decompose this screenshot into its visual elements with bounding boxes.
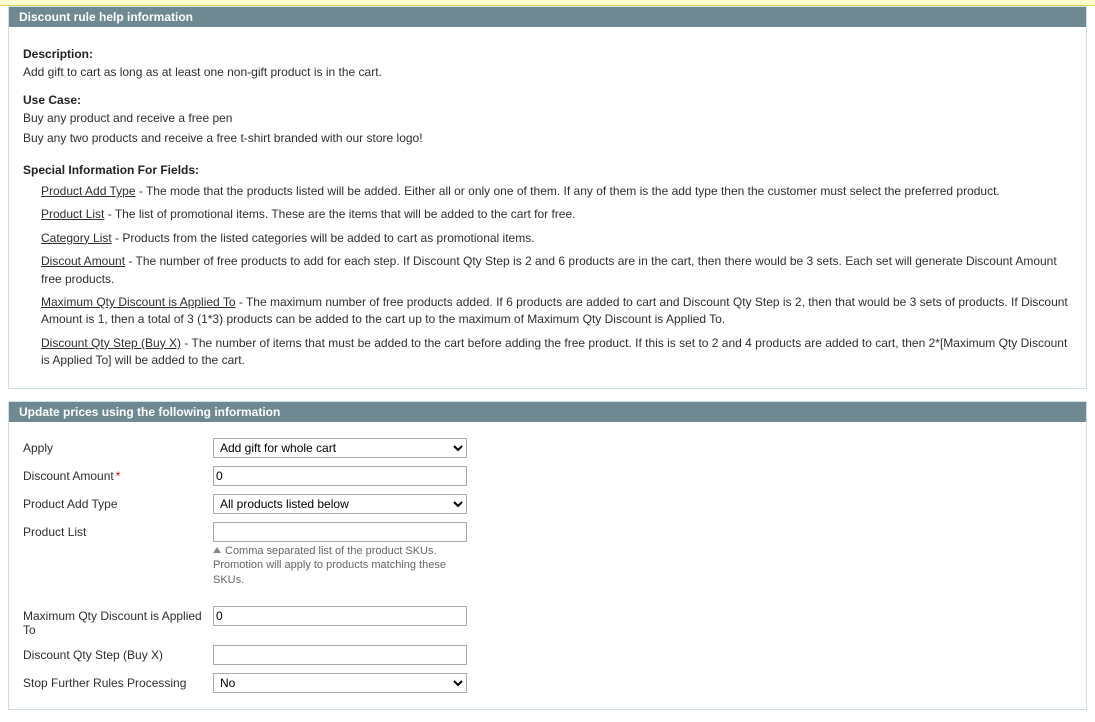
help-panel-body: Description: Add gift to cart as long as… bbox=[9, 27, 1086, 388]
def-desc: - The number of free products to add for… bbox=[41, 254, 1057, 285]
label-product-add-type: Product Add Type bbox=[23, 494, 213, 511]
def-desc: - Products from the listed categories wi… bbox=[112, 231, 535, 245]
input-qty-step[interactable] bbox=[213, 645, 467, 665]
form-panel: Update prices using the following inform… bbox=[8, 401, 1087, 711]
field-definitions: Product Add Type - The mode that the pro… bbox=[41, 183, 1072, 370]
label-qty-step: Discount Qty Step (Buy X) bbox=[23, 645, 213, 662]
help-panel-header: Discount rule help information bbox=[9, 7, 1086, 27]
row-stop-rules: Stop Further Rules Processing No bbox=[23, 669, 1072, 697]
def-term: Product Add Type bbox=[41, 184, 136, 198]
row-discount-amount: Discount Amount* bbox=[23, 462, 1072, 490]
def-term: Discount Qty Step (Buy X) bbox=[41, 336, 181, 350]
label-product-list: Product List bbox=[23, 522, 213, 539]
hint-triangle-icon bbox=[213, 547, 221, 553]
usecase-label: Use Case: bbox=[23, 93, 1072, 107]
def-category-list: Category List - Products from the listed… bbox=[41, 230, 1072, 247]
def-term: Product List bbox=[41, 207, 104, 221]
description-text: Add gift to cart as long as at least one… bbox=[23, 65, 1072, 79]
form-panel-body: Apply Add gift for whole cart Discount A… bbox=[9, 422, 1086, 710]
label-max-qty: Maximum Qty Discount is Applied To bbox=[23, 606, 213, 637]
label-apply: Apply bbox=[23, 438, 213, 455]
select-product-add-type[interactable]: All products listed below bbox=[213, 494, 467, 514]
input-discount-amount[interactable] bbox=[213, 466, 467, 486]
special-info-label: Special Information For Fields: bbox=[23, 163, 1072, 177]
def-discount-amount: Discout Amount - The number of free prod… bbox=[41, 253, 1072, 288]
row-product-add-type: Product Add Type All products listed bel… bbox=[23, 490, 1072, 518]
select-stop-rules[interactable]: No bbox=[213, 673, 467, 693]
label-discount-amount: Discount Amount* bbox=[23, 466, 213, 483]
hint-product-list: Comma separated list of the product SKUs… bbox=[213, 544, 467, 589]
def-product-list: Product List - The list of promotional i… bbox=[41, 206, 1072, 223]
row-apply: Apply Add gift for whole cart bbox=[23, 434, 1072, 462]
required-star: * bbox=[116, 469, 121, 483]
row-qty-step: Discount Qty Step (Buy X) bbox=[23, 641, 1072, 669]
usecase-line-1: Buy any product and receive a free pen bbox=[23, 111, 1072, 125]
help-panel: Discount rule help information Descripti… bbox=[8, 6, 1087, 389]
row-max-qty: Maximum Qty Discount is Applied To bbox=[23, 602, 1072, 641]
def-desc: - The list of promotional items. These a… bbox=[104, 207, 575, 221]
select-apply[interactable]: Add gift for whole cart bbox=[213, 438, 467, 458]
usecase-line-2: Buy any two products and receive a free … bbox=[23, 131, 1072, 145]
def-term: Category List bbox=[41, 231, 112, 245]
def-product-add-type: Product Add Type - The mode that the pro… bbox=[41, 183, 1072, 200]
def-term: Maximum Qty Discount is Applied To bbox=[41, 295, 236, 309]
form-panel-header: Update prices using the following inform… bbox=[9, 402, 1086, 422]
def-desc: - The number of items that must be added… bbox=[41, 336, 1067, 367]
def-max-qty: Maximum Qty Discount is Applied To - The… bbox=[41, 294, 1072, 329]
def-term: Discout Amount bbox=[41, 254, 125, 268]
def-desc: - The mode that the products listed will… bbox=[136, 184, 1000, 198]
description-label: Description: bbox=[23, 47, 1072, 61]
row-product-list: Product List Comma separated list of the… bbox=[23, 518, 1072, 593]
def-qty-step: Discount Qty Step (Buy X) - The number o… bbox=[41, 335, 1072, 370]
input-product-list[interactable] bbox=[213, 522, 467, 542]
input-max-qty[interactable] bbox=[213, 606, 467, 626]
label-stop-rules: Stop Further Rules Processing bbox=[23, 673, 213, 690]
